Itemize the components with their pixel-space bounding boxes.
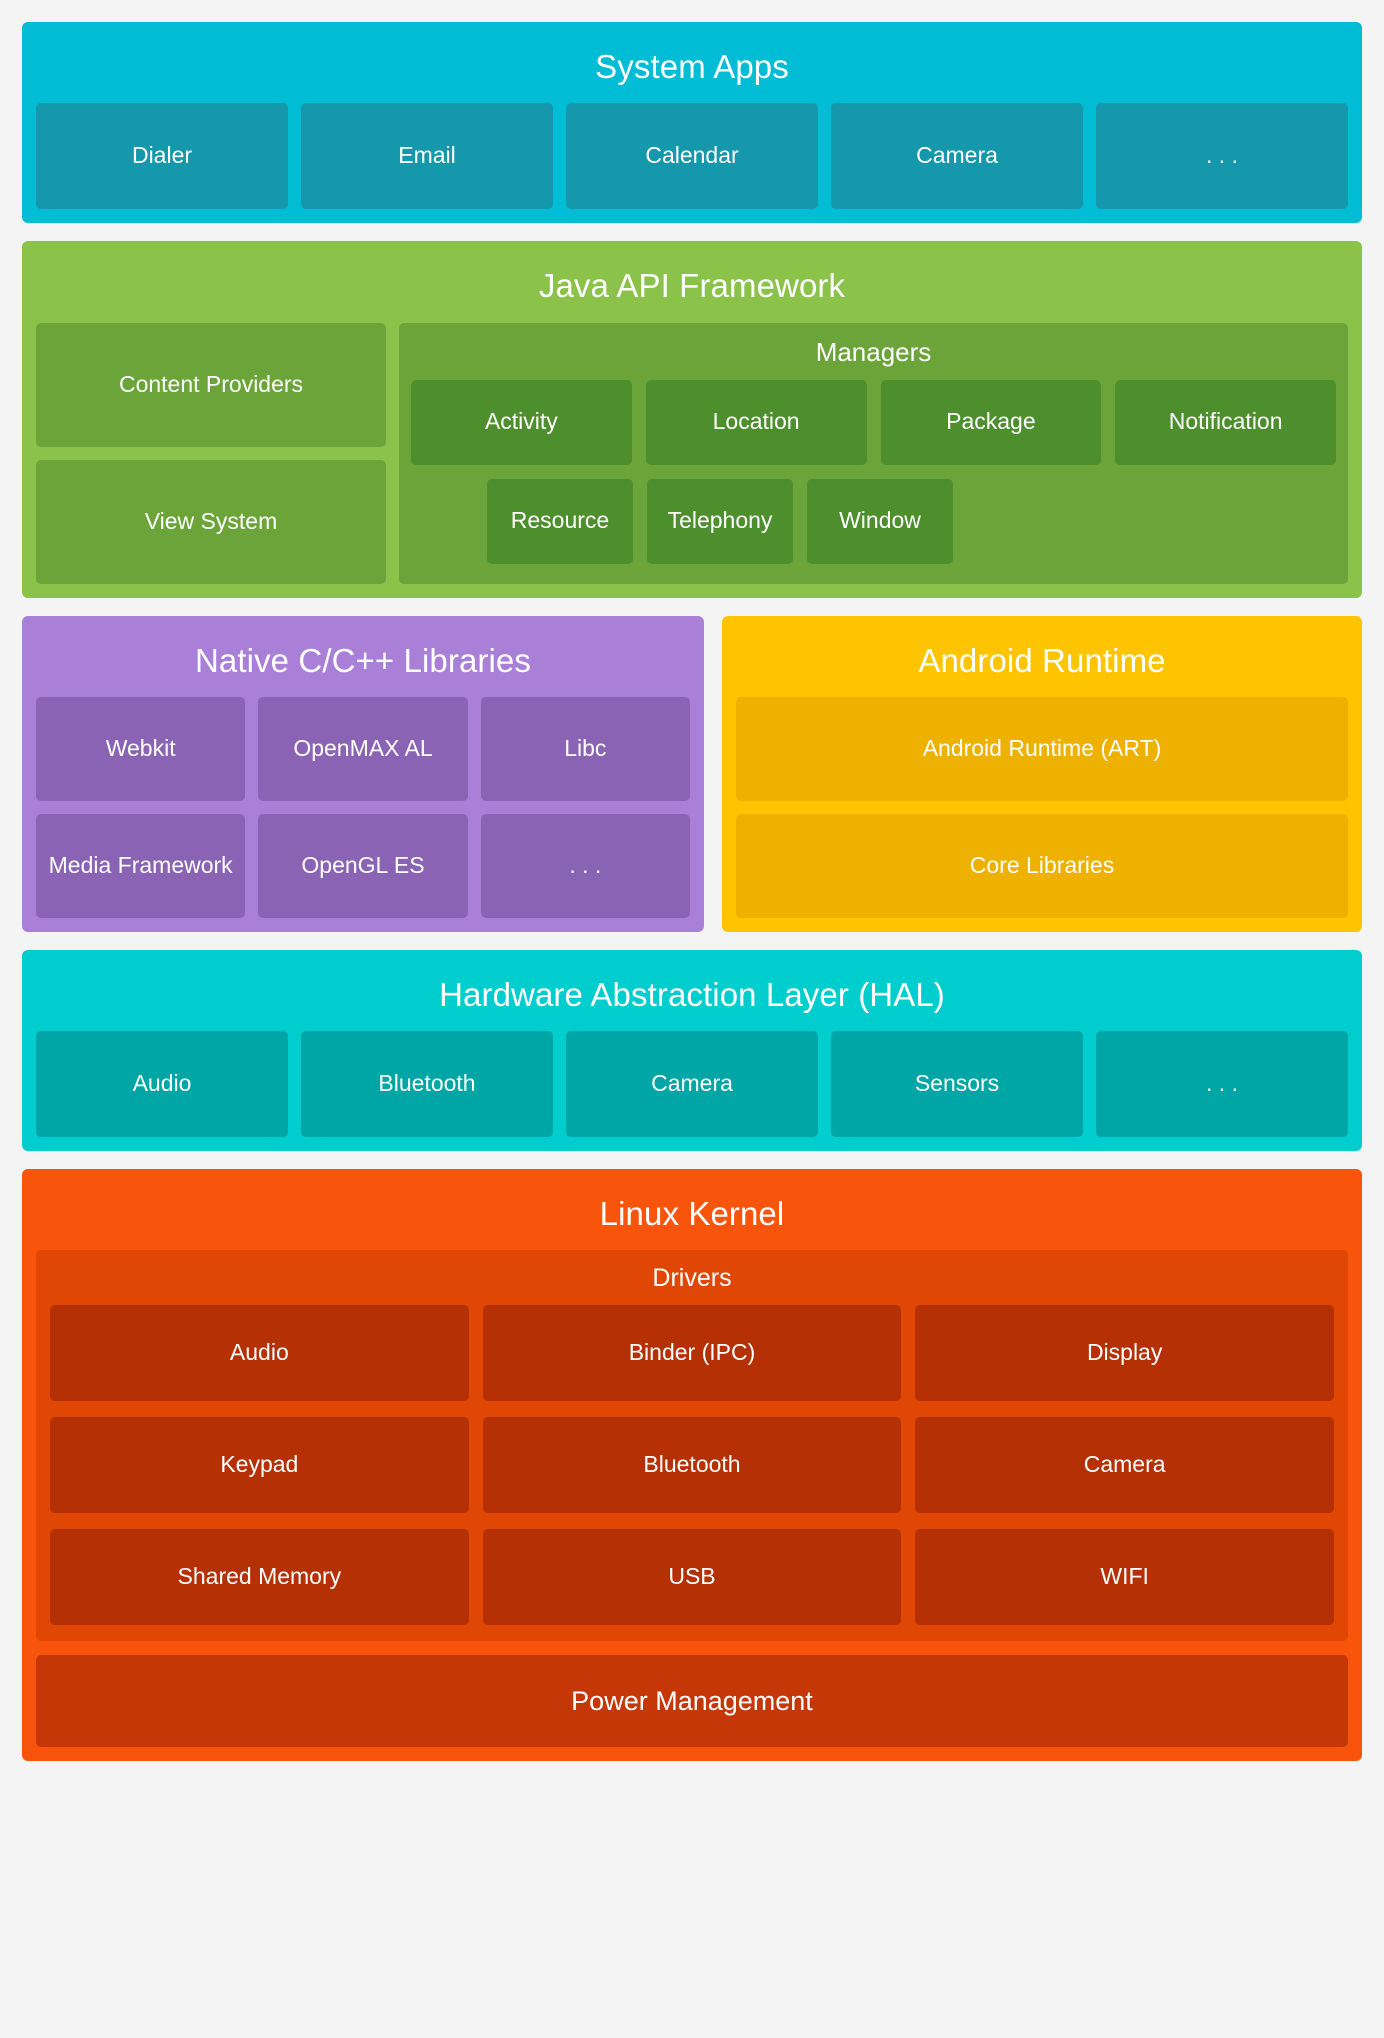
tile-content-providers[interactable]: Content Providers: [36, 322, 386, 447]
tile-libc[interactable]: Libc: [480, 696, 690, 801]
tile-package-manager[interactable]: Package: [880, 379, 1102, 465]
tile-email[interactable]: Email: [301, 103, 553, 210]
system-apps-tile-row: Dialer Email Calendar Camera . . .: [36, 103, 1348, 210]
managers-row-1: Activity Location Package Notification: [411, 379, 1336, 465]
layer-title-system-apps: System Apps: [595, 48, 789, 85]
tile-driver-bluetooth[interactable]: Bluetooth: [482, 1417, 902, 1514]
tile-driver-wifi[interactable]: WIFI: [915, 1529, 1334, 1626]
tile-webkit[interactable]: Webkit: [36, 696, 246, 801]
hal-tile-row: Audio Bluetooth Camera Sensors . . .: [36, 1031, 1348, 1137]
tile-location-manager[interactable]: Location: [645, 379, 867, 465]
managers-container: Managers Activity Location Package Notif…: [399, 322, 1348, 584]
tile-more-apps[interactable]: . . .: [1096, 103, 1348, 210]
tile-resource-manager[interactable]: Resource: [487, 478, 633, 564]
tile-power-management[interactable]: Power Management: [36, 1655, 1348, 1748]
tile-hal-camera[interactable]: Camera: [566, 1031, 818, 1137]
layer-hardware-abstraction-layer: Hardware Abstraction Layer (HAL) Audio B…: [22, 949, 1362, 1151]
tile-notification-manager[interactable]: Notification: [1115, 379, 1336, 465]
managers-row-2: Resource Telephony Window: [411, 465, 1336, 564]
tile-media-framework[interactable]: Media Framework: [36, 813, 246, 918]
tile-core-libraries[interactable]: Core Libraries: [736, 813, 1348, 918]
layer-title-linux-kernel: Linux Kernel: [599, 1195, 785, 1232]
layer-title-android-runtime: Android Runtime: [918, 641, 1166, 679]
tile-driver-display[interactable]: Display: [915, 1305, 1334, 1402]
layer-title-hal: Hardware Abstraction Layer (HAL): [439, 975, 945, 1013]
tile-hal-more[interactable]: . . .: [1096, 1031, 1348, 1137]
layer-linux-kernel: Linux Kernel Drivers Audio Binder (IPC) …: [22, 1169, 1362, 1762]
tile-android-runtime-art[interactable]: Android Runtime (ART): [736, 696, 1348, 801]
tile-opengl-es[interactable]: OpenGL ES: [258, 813, 468, 918]
java-api-body: Content Providers View System Managers A…: [36, 322, 1348, 584]
layer-native-c-cpp-libraries: Native C/C++ Libraries Webkit OpenMAX AL…: [22, 615, 704, 932]
tile-openmax-al[interactable]: OpenMAX AL: [258, 696, 468, 801]
android-runtime-stack: Android Runtime (ART) Core Libraries: [736, 696, 1348, 918]
java-api-left-column: Content Providers View System: [36, 322, 386, 584]
drivers-grid: Audio Binder (IPC) Display Keypad Blueto…: [50, 1305, 1334, 1626]
native-libraries-grid: Webkit OpenMAX AL Libc Media Framework O…: [36, 696, 690, 918]
native-and-runtime-row: Native C/C++ Libraries Webkit OpenMAX AL…: [22, 615, 1362, 932]
tile-hal-bluetooth[interactable]: Bluetooth: [301, 1031, 553, 1137]
tile-activity-manager[interactable]: Activity: [411, 379, 632, 465]
tile-window-manager[interactable]: Window: [807, 478, 953, 564]
tile-more-native-libraries[interactable]: . . .: [480, 813, 690, 918]
tile-driver-keypad[interactable]: Keypad: [50, 1417, 469, 1514]
tile-calendar[interactable]: Calendar: [566, 103, 818, 210]
drivers-container: Drivers Audio Binder (IPC) Display Keypa…: [36, 1250, 1348, 1642]
tile-view-system[interactable]: View System: [36, 459, 386, 584]
tile-telephony-manager[interactable]: Telephony: [647, 478, 793, 564]
tile-dialer[interactable]: Dialer: [36, 103, 288, 210]
tile-camera[interactable]: Camera: [831, 103, 1083, 210]
tile-driver-audio[interactable]: Audio: [50, 1305, 469, 1402]
tile-hal-sensors[interactable]: Sensors: [831, 1031, 1083, 1137]
android-architecture-diagram: System Apps Dialer Email Calendar Camera…: [0, 0, 1384, 2038]
layer-java-api-framework: Java API Framework Content Providers Vie…: [22, 241, 1362, 598]
tile-hal-audio[interactable]: Audio: [36, 1031, 288, 1137]
managers-title: Managers: [815, 336, 932, 367]
drivers-title: Drivers: [652, 1264, 732, 1293]
layer-title-native-libraries: Native C/C++ Libraries: [194, 641, 531, 679]
layer-system-apps: System Apps Dialer Email Calendar Camera…: [22, 22, 1362, 224]
layer-android-runtime: Android Runtime Android Runtime (ART) Co…: [722, 615, 1362, 932]
layer-title-java-api-framework: Java API Framework: [538, 267, 846, 305]
tile-driver-camera[interactable]: Camera: [915, 1417, 1334, 1514]
tile-driver-binder-ipc[interactable]: Binder (IPC): [482, 1305, 902, 1402]
tile-driver-usb[interactable]: USB: [482, 1529, 902, 1626]
tile-driver-shared-memory[interactable]: Shared Memory: [50, 1529, 469, 1626]
